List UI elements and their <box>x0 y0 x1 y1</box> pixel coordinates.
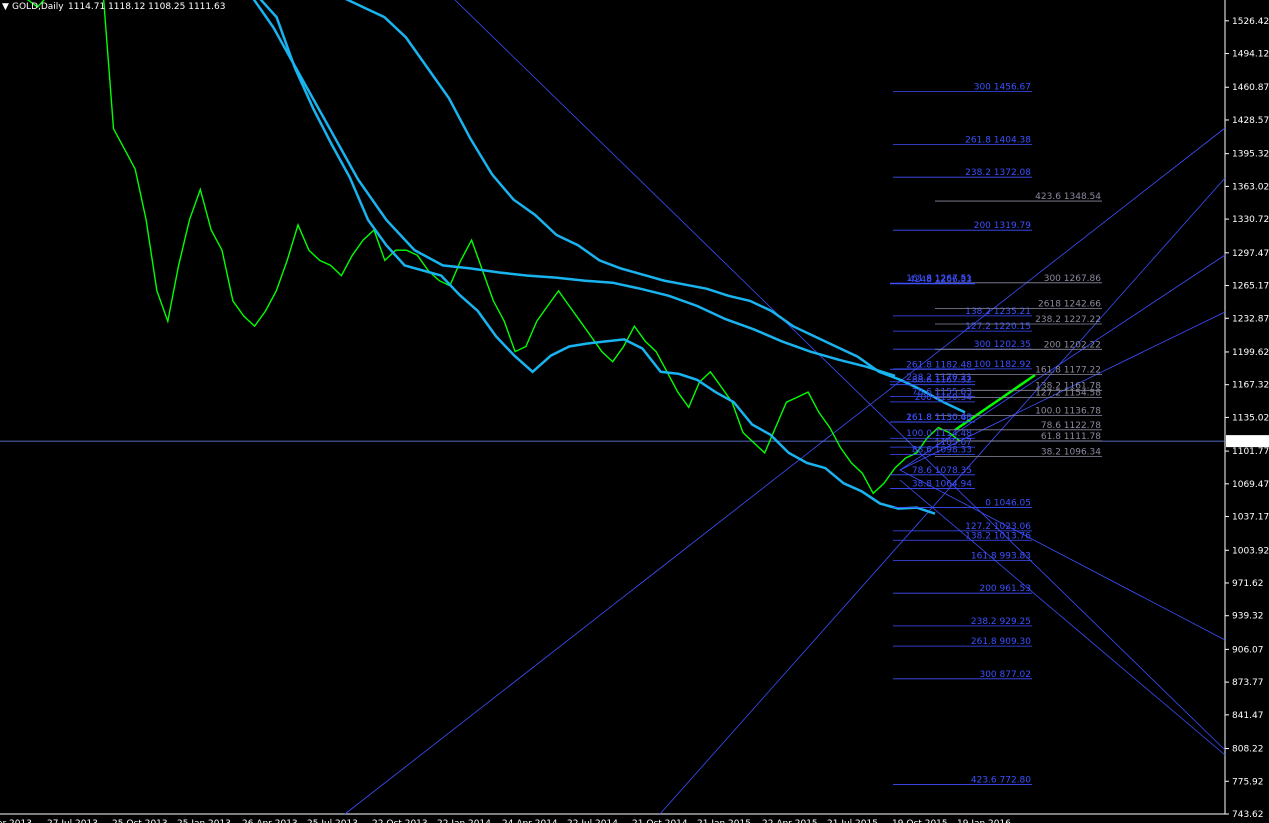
x-tick-label-2: 25 Oct 2013 <box>112 819 168 823</box>
fib-right-label-8: 100.0 1136.78 <box>1035 407 1101 417</box>
x-tick-label-10: 21 Oct 2014 <box>632 819 688 823</box>
x-tick-label-12: 22 Apr 2015 <box>762 819 818 823</box>
y-tick-label-1: 1494.12 <box>1232 50 1269 60</box>
fib-left-label-8: 0 1046.05 <box>985 499 1031 509</box>
header-arrow: ▼ <box>2 2 9 12</box>
fib-right-label-1: 300 1267.86 <box>1044 274 1102 284</box>
fib-left-label-16: 423.6 772.80 <box>971 775 1031 785</box>
fib-mid-label-3: 238.2 1170.21 <box>906 373 972 383</box>
fan-line-6 <box>899 479 1226 756</box>
y-tick-label-12: 1135.02 <box>1232 413 1269 423</box>
y-tick-label-19: 906.07 <box>1232 645 1264 655</box>
fib-mid-label-1: 261.8 1182.48 <box>906 360 972 370</box>
fib-right-label-4: 200 1202.22 <box>1044 340 1101 350</box>
y-tick-label-7: 1297.47 <box>1232 249 1269 259</box>
fib-mid-label-13: 4248 1266.83 <box>909 275 972 285</box>
fib-right-label-7: 127.2 1154.58 <box>1035 389 1101 399</box>
current-price-label: 1111.63 <box>1229 437 1266 447</box>
fib-right-label-10: 61.8 1111.78 <box>1041 432 1101 442</box>
fib-left-label-3: 200 1319.79 <box>974 221 1032 231</box>
price-chart: 300 1456.67 261.8 1404.38 238.2 1372.08 200… <box>0 0 1269 823</box>
fib-right-label-0: 423.6 1348.54 <box>1035 192 1101 202</box>
fib-left-label-6: 300 1202.35 <box>974 340 1031 350</box>
y-tick-label-3: 1428.57 <box>1232 116 1269 126</box>
x-tick-label-1: 27 Jul 2013 <box>47 819 98 823</box>
fib-right-label-9: 78.6 1122.78 <box>1041 421 1101 431</box>
fib-left-label-13: 238.2 929.25 <box>971 617 1031 627</box>
envelope-middle-line <box>252 0 896 378</box>
fib-mid-label-11: 38.8 1064.94 <box>912 479 972 489</box>
fib-left-label-12: 200 961.53 <box>979 584 1031 594</box>
y-tick-label-5: 1363.02 <box>1232 182 1269 192</box>
fan-line-5 <box>899 469 1226 641</box>
fib-left-label-0: 300 1456.67 <box>974 83 1031 93</box>
fib-left-label-7: 100 1182.92 <box>974 360 1031 370</box>
y-tick-label-13: 1101.77 <box>1232 447 1269 457</box>
x-tick-label-4: 26 Apr 2013 <box>242 819 298 823</box>
fan-line-0 <box>454 0 1226 751</box>
x-tick-label-13: 21 Jul 2015 <box>827 819 878 823</box>
fan-line-1 <box>344 127 1226 815</box>
y-tick-label-17: 971.62 <box>1232 579 1264 589</box>
y-tick-label-21: 841.47 <box>1232 711 1264 721</box>
fib-right-label-3: 238.2 1227.22 <box>1035 315 1101 325</box>
x-tick-label-14: 19 Oct 2015 <box>892 819 948 823</box>
fib-left-label-11: 161.8 993.83 <box>971 551 1031 561</box>
y-tick-label-18: 939.32 <box>1232 612 1264 622</box>
y-tick-label-6: 1330.72 <box>1232 215 1269 225</box>
y-tick-label-15: 1037.17 <box>1232 513 1269 523</box>
fib-mid-label-12: 1105.67 <box>935 438 972 448</box>
fib-left-label-2: 238.2 1372.08 <box>965 168 1031 178</box>
fib-mid-label-7: 261.8 1130.63 <box>906 413 972 423</box>
fib-left-label-1: 261.8 1404.38 <box>965 135 1031 145</box>
fib-left-label-14: 261.8 909.30 <box>971 637 1031 647</box>
y-tick-label-11: 1167.32 <box>1232 381 1269 391</box>
x-tick-label-9: 22 Jul 2014 <box>567 819 618 823</box>
x-tick-label-15: 19 Jan 2016 <box>957 819 1011 823</box>
x-tick-label-11: 21 Jan 2015 <box>697 819 751 823</box>
y-tick-label-24: 743.62 <box>1232 810 1264 820</box>
fib-right-label-2: 2618 1242.66 <box>1038 299 1101 309</box>
x-tick-label-3: 25 Jan 2013 <box>177 819 231 823</box>
y-tick-label-22: 808.22 <box>1232 745 1264 755</box>
y-tick-label-2: 1460.87 <box>1232 83 1269 93</box>
y-tick-label-10: 1199.62 <box>1232 348 1269 358</box>
x-tick-label-8: 24 Apr 2014 <box>502 819 558 823</box>
x-tick-label-5: 25 Jul 2013 <box>307 819 358 823</box>
y-tick-label-23: 775.92 <box>1232 777 1264 787</box>
y-tick-label-8: 1265.17 <box>1232 282 1269 292</box>
header-ohlc: 1114.71 1118.12 1108.25 1111.63 <box>68 2 225 12</box>
y-tick-label-0: 1526.42 <box>1232 17 1269 27</box>
envelope-lower-line <box>259 0 936 515</box>
x-tick-label-6: 22 Oct 2013 <box>372 819 428 823</box>
price-series-line <box>26 0 961 495</box>
fib-right-label-5: 161.8 1177.22 <box>1035 366 1101 376</box>
x-tick-label-7: 22 Jan 2014 <box>437 819 491 823</box>
y-tick-label-16: 1003.92 <box>1232 546 1269 556</box>
fib-right-label-11: 38.2 1096.34 <box>1041 448 1101 458</box>
y-tick-label-4: 1395.32 <box>1232 150 1269 160</box>
fib-mid-label-5: 200 1150.34 <box>915 393 973 403</box>
y-tick-label-14: 1069.47 <box>1232 480 1269 490</box>
fib-left-label-15: 300 877.02 <box>979 670 1031 680</box>
chart-window: 300 1456.67 261.8 1404.38 238.2 1372.08 200… <box>0 0 1269 823</box>
y-tick-label-20: 873.77 <box>1232 678 1264 688</box>
y-tick-label-9: 1232.87 <box>1232 314 1269 324</box>
fib-left-label-10: 138.2 1013.76 <box>965 531 1031 541</box>
fib-mid-label-10: 78.6 1078.35 <box>912 466 972 476</box>
x-tick-label-0: 8 Apr 2013 <box>0 819 32 823</box>
header-symbol: GOLD,Daily <box>12 2 64 12</box>
